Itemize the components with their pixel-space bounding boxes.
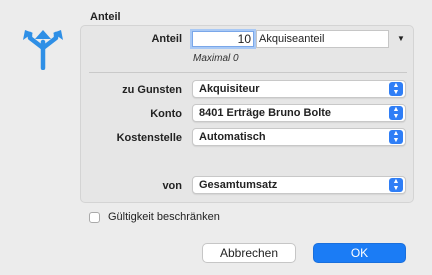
- updown-chevron-icon: ▲ ▼: [389, 106, 403, 120]
- validity-label[interactable]: Gültigkeit beschränken: [108, 211, 220, 223]
- validity-checkbox[interactable]: [89, 212, 100, 223]
- cancel-button[interactable]: Abbrechen: [202, 243, 296, 263]
- zu-gunsten-popup[interactable]: Akquisiteur ▲ ▼: [192, 80, 406, 98]
- triangle-down-icon[interactable]: ▼: [395, 32, 407, 46]
- ok-button[interactable]: OK: [313, 243, 406, 263]
- von-label: von: [162, 180, 182, 192]
- split-arrows-icon: [22, 28, 64, 71]
- share-type-field[interactable]: Akquiseanteil: [256, 30, 389, 48]
- konto-value: 8401 Erträge Bruno Bolte: [199, 107, 332, 119]
- konto-label: Konto: [150, 108, 182, 120]
- share-label: Anteil: [151, 33, 182, 45]
- updown-chevron-icon: ▲ ▼: [389, 130, 403, 144]
- share-value-field[interactable]: 10: [192, 31, 254, 47]
- updown-chevron-icon: ▲ ▼: [389, 178, 403, 192]
- zu-gunsten-label: zu Gunsten: [122, 84, 182, 96]
- kostenstelle-label: Kostenstelle: [116, 132, 182, 144]
- von-popup[interactable]: Gesamtumsatz ▲ ▼: [192, 176, 406, 194]
- updown-chevron-icon: ▲ ▼: [389, 82, 403, 96]
- kostenstelle-value: Automatisch: [199, 131, 266, 143]
- zu-gunsten-value: Akquisiteur: [199, 83, 260, 95]
- separator: [89, 72, 407, 73]
- konto-popup[interactable]: 8401 Erträge Bruno Bolte ▲ ▼: [192, 104, 406, 122]
- group-title: Anteil: [90, 11, 121, 23]
- share-hint: Maximal 0: [193, 53, 239, 64]
- kostenstelle-popup[interactable]: Automatisch ▲ ▼: [192, 128, 406, 146]
- von-value: Gesamtumsatz: [199, 179, 278, 191]
- share-dialog: Anteil Anteil 10 Akquiseanteil ▼ Maximal…: [0, 0, 432, 275]
